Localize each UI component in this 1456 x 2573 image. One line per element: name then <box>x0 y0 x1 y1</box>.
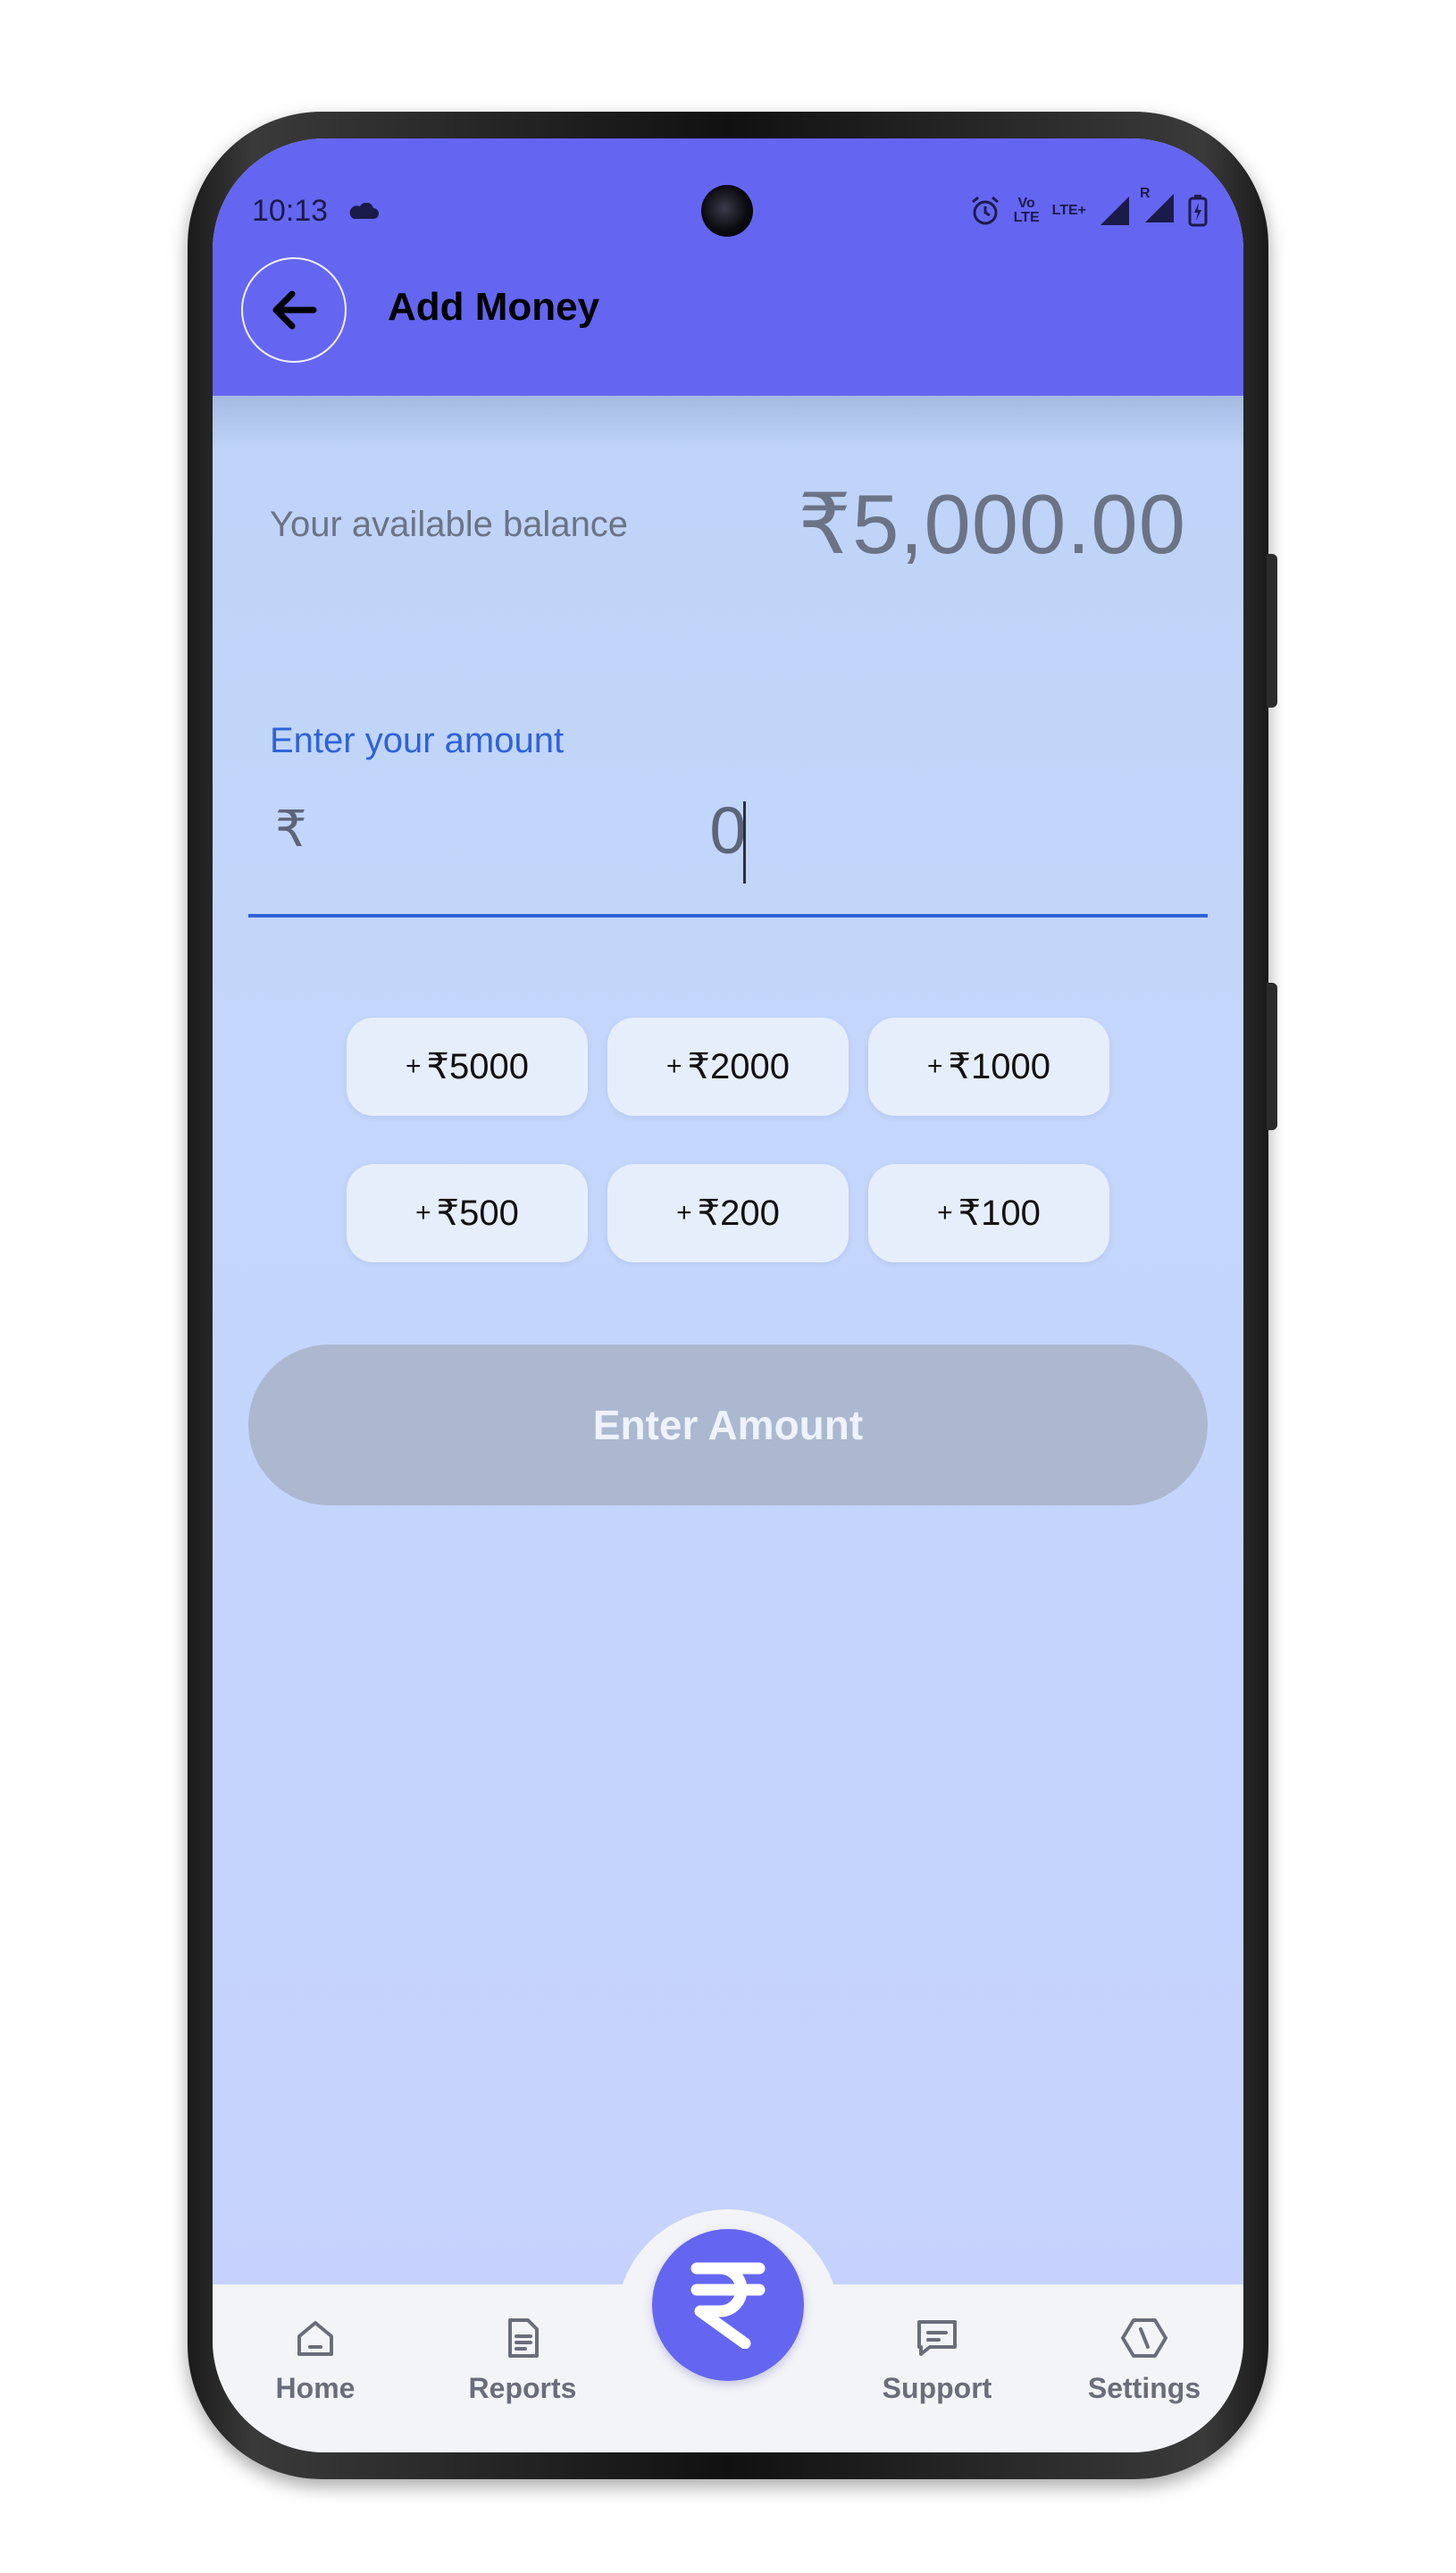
nav-item-home[interactable]: Home <box>239 2317 391 2405</box>
page-title: Add Money <box>388 285 600 329</box>
balance-value: ₹5,000.00 <box>798 477 1186 571</box>
currency-prefix: ₹ <box>275 800 307 857</box>
quick-amount-100[interactable]: + ₹100 <box>868 1164 1109 1262</box>
app-screen: 10:13 Vo LTE LTE+ R Add Money Your avail… <box>213 138 1243 2452</box>
quick-amount-200[interactable]: + ₹200 <box>607 1164 849 1262</box>
chip-label: ₹5000 <box>426 1047 529 1086</box>
nav-item-reports[interactable]: Reports <box>447 2317 598 2405</box>
amount-label: Enter your amount <box>270 721 565 760</box>
quick-amount-1000[interactable]: + ₹1000 <box>868 1018 1109 1116</box>
nav-label: Support <box>882 2372 992 2404</box>
signal-icon <box>1100 196 1129 225</box>
enter-amount-button[interactable]: Enter Amount <box>248 1345 1208 1505</box>
volume-button <box>1267 554 1277 708</box>
nav-item-settings[interactable]: Settings <box>1068 2317 1220 2405</box>
chat-icon <box>917 2320 957 2356</box>
power-button <box>1267 983 1277 1130</box>
front-camera <box>701 185 753 237</box>
battery-icon <box>1188 194 1208 226</box>
text-caret <box>743 801 746 884</box>
app-bar-shadow <box>213 396 1243 449</box>
home-icon <box>297 2321 333 2356</box>
chip-label: ₹1000 <box>948 1047 1050 1086</box>
chip-label: ₹500 <box>436 1194 519 1233</box>
status-time: 10:13 <box>252 194 329 228</box>
alarm-icon <box>971 196 999 224</box>
signal-roaming-group: R <box>1140 187 1176 229</box>
volte-indicator: Vo LTE <box>1013 195 1040 225</box>
chip-label: ₹100 <box>958 1194 1041 1233</box>
back-button[interactable] <box>241 257 347 363</box>
nav-item-support[interactable]: Support <box>861 2317 1013 2405</box>
status-icons: Vo LTE LTE+ R <box>969 187 1208 229</box>
quick-amount-2000[interactable]: + ₹2000 <box>607 1018 849 1116</box>
plus-sign: + <box>937 1198 953 1228</box>
plus-sign: + <box>676 1198 692 1228</box>
nav-label: Home <box>275 2372 356 2404</box>
amount-underline <box>248 914 1208 918</box>
plus-sign: + <box>666 1052 682 1081</box>
cloud-icon <box>349 203 379 219</box>
quick-amount-500[interactable]: + ₹500 <box>347 1164 588 1262</box>
document-icon <box>508 2318 539 2358</box>
phone-frame: 10:13 Vo LTE LTE+ R Add Money Your avail… <box>188 112 1277 2479</box>
chip-label: ₹2000 <box>687 1047 790 1086</box>
chip-label: ₹200 <box>697 1194 780 1233</box>
balance-label: Your available balance <box>270 505 629 544</box>
rupee-fab-button[interactable] <box>652 2229 804 2381</box>
settings-hexagon-icon <box>1121 2318 1167 2358</box>
arrow-left-icon <box>272 290 317 330</box>
roaming-label: R <box>1140 186 1151 201</box>
nav-label: Settings <box>1087 2372 1201 2404</box>
plus-sign: + <box>927 1052 943 1081</box>
plus-sign: + <box>406 1052 422 1081</box>
lte-indicator: LTE+ <box>1051 202 1086 218</box>
amount-input[interactable] <box>248 789 1208 871</box>
rupee-icon <box>690 2262 766 2349</box>
quick-amounts: + ₹5000 + ₹2000 + ₹1000 + ₹500 + ₹200 + … <box>347 1018 1111 1262</box>
quick-amount-5000[interactable]: + ₹5000 <box>347 1018 588 1116</box>
app-bar <box>213 138 1243 396</box>
nav-label: Reports <box>468 2372 577 2404</box>
plus-sign: + <box>415 1198 431 1228</box>
